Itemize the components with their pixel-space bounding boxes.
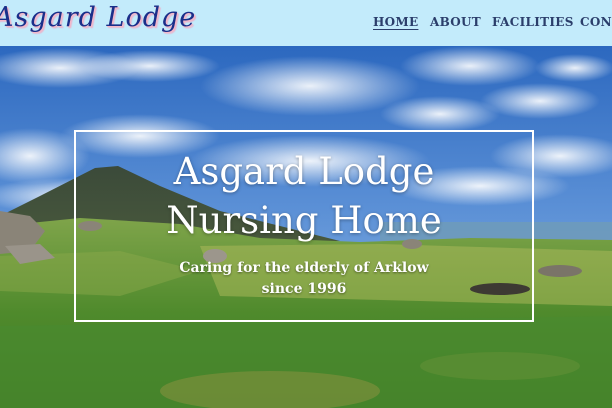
hero-subtitle-line-2: since 1996 [261, 281, 347, 297]
site-header: Asgard Lodge HOME ABOUT FACILITIES CONTA… [0, 0, 612, 46]
hero-title-line-2: Nursing Home [166, 199, 442, 242]
hero-title-box: Asgard Lodge Nursing Home Caring for the… [74, 130, 534, 322]
hero-title-line-1: Asgard Lodge [173, 150, 435, 193]
nav-home-link[interactable]: HOME [373, 15, 418, 29]
nav-contact-link[interactable]: CONTACT [580, 15, 612, 29]
hero-subtitle-line-1: Caring for the elderly of Arklow [179, 260, 429, 276]
nav-about-link[interactable]: ABOUT [430, 15, 481, 29]
page: Asgard Lodge HOME ABOUT FACILITIES CONTA… [0, 0, 612, 408]
site-logo[interactable]: Asgard Lodge [0, 2, 196, 33]
nav-facilities-link[interactable]: FACILITIES [492, 15, 574, 29]
